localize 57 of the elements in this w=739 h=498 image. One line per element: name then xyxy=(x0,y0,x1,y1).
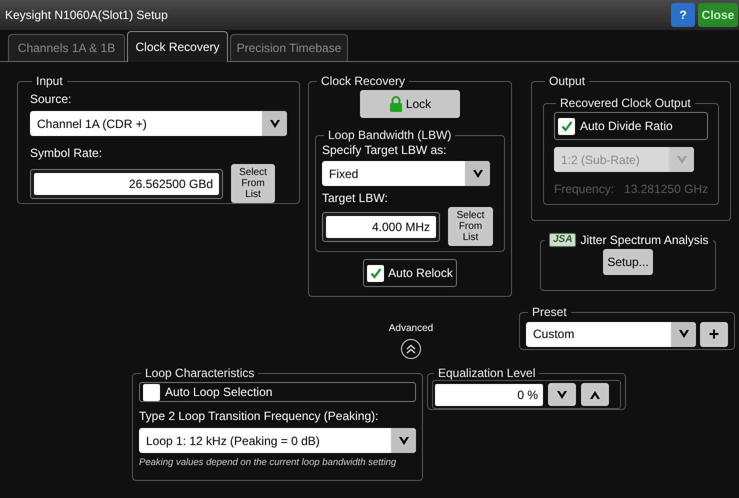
checkbox-label: Auto Relock xyxy=(388,265,453,282)
chevron-down-icon xyxy=(676,154,688,164)
field-label: Specify Target LBW as: xyxy=(322,142,448,159)
decrease-button[interactable] xyxy=(548,383,576,406)
chevron-down-icon xyxy=(268,118,280,128)
lock-button[interactable]: Lock xyxy=(360,90,460,118)
group-title: Clock Recovery xyxy=(320,73,406,90)
dropdown[interactable]: Channel 1A (CDR +) xyxy=(30,111,287,136)
dropdown[interactable]: Custom xyxy=(526,322,696,346)
dropdown[interactable]: Loop 1: 12 kHz (Peaking = 0 dB) xyxy=(139,428,416,453)
window-title: Keysight N1060A(Slot1) Setup xyxy=(5,7,168,24)
group-title: Loop Bandwidth (LBW) xyxy=(327,127,452,144)
add-button[interactable]: + xyxy=(700,322,728,346)
checkbox-label: Auto Divide Ratio xyxy=(580,118,673,135)
dropdown[interactable]: Fixed xyxy=(322,161,490,186)
tab[interactable]: Precision Timebase xyxy=(230,34,348,61)
chevron-down-icon xyxy=(678,329,690,339)
field-label: Source: xyxy=(30,91,72,108)
frequency-value: 13.281250 GHz xyxy=(624,181,708,198)
setup-button[interactable]: Setup... xyxy=(603,249,653,275)
checkbox[interactable] xyxy=(367,264,384,282)
checkbox-row[interactable]: Auto Loop Selection xyxy=(139,382,416,402)
field-label: Target LBW: xyxy=(322,190,389,207)
tab[interactable]: Channels 1A & 1B xyxy=(8,34,125,61)
increase-button[interactable] xyxy=(581,383,609,406)
frequency-label: Frequency: xyxy=(554,181,614,198)
chevron-down-icon xyxy=(556,390,568,400)
chevron-down-icon xyxy=(472,168,484,178)
input-field[interactable]: 26.562500 GBd xyxy=(34,172,219,194)
checkbox-label: Auto Loop Selection xyxy=(165,384,272,401)
group-title: Equalization Level xyxy=(437,365,536,382)
chevron-up-icon xyxy=(589,390,601,400)
field-label: Symbol Rate: xyxy=(30,145,104,162)
select-from-list-button[interactable]: Select From List xyxy=(448,207,493,246)
group-title: Input xyxy=(35,73,64,90)
chevron-down-icon xyxy=(398,436,410,446)
advanced-label: Advanced xyxy=(388,322,434,336)
checkmark-icon xyxy=(370,267,382,279)
padlock-icon xyxy=(388,96,403,112)
checkbox-row[interactable]: Auto Relock xyxy=(363,259,457,287)
note-text: Peaking values depend on the current loop bandwidth setting xyxy=(139,456,398,470)
double-chevron-up-icon xyxy=(406,344,416,354)
checkbox[interactable] xyxy=(143,384,160,400)
group-title: Recovered Clock Output xyxy=(559,95,692,112)
jsa-badge: JSA xyxy=(549,233,576,247)
select-from-list-button[interactable]: Select From List xyxy=(231,164,275,203)
group-title: Preset xyxy=(531,304,568,321)
help-button[interactable]: ? xyxy=(671,3,695,27)
group-title: Loop Characteristics xyxy=(144,365,256,382)
group-title: Jitter Spectrum Analysis xyxy=(580,232,708,249)
input-field[interactable]: 0 % xyxy=(435,384,543,406)
checkmark-icon xyxy=(560,120,572,132)
group-title: Output xyxy=(548,73,586,90)
collapse-button[interactable] xyxy=(401,339,421,359)
field-label: Type 2 Loop Transition Frequency (Peaking): xyxy=(139,408,380,425)
tab[interactable]: Clock Recovery xyxy=(127,31,228,62)
input-field[interactable]: 4.000 MHz xyxy=(326,216,436,238)
